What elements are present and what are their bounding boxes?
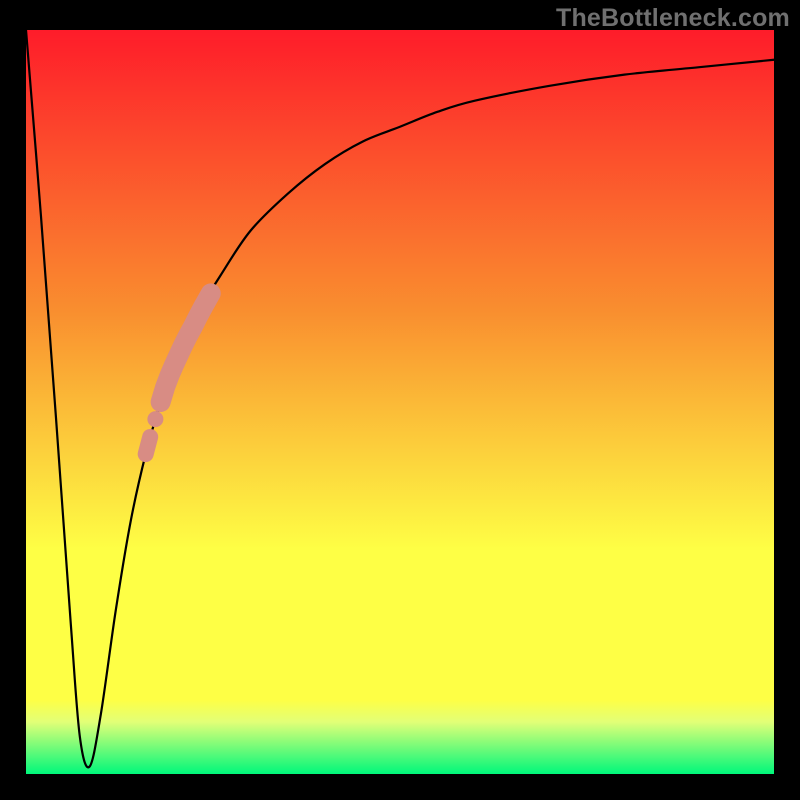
chart-svg (0, 0, 800, 800)
watermark-text: TheBottleneck.com (556, 4, 790, 33)
plot-background (26, 30, 774, 774)
highlight-segment (146, 437, 150, 454)
highlight-dot (147, 411, 163, 427)
chart-container: TheBottleneck.com (0, 0, 800, 800)
